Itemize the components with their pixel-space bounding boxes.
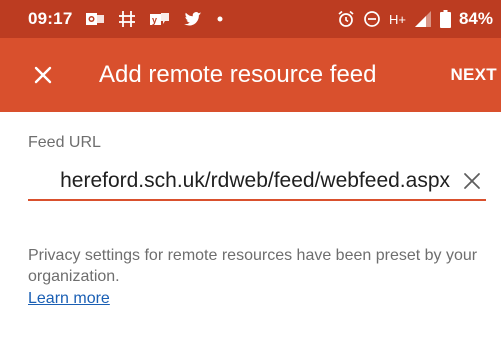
next-button[interactable]: NEXT	[450, 38, 497, 112]
page-title: Add remote resource feed	[99, 61, 377, 88]
outlook-icon	[86, 11, 105, 27]
privacy-notice: Privacy settings for remote resources ha…	[28, 247, 478, 285]
dot-icon	[216, 15, 224, 23]
status-right: H+ 84%	[337, 9, 493, 29]
do-not-disturb-icon	[363, 10, 381, 28]
network-type: H+	[388, 11, 406, 27]
feed-url-field	[28, 163, 486, 201]
signal-icon	[414, 10, 432, 28]
feed-url-label: Feed URL	[28, 134, 101, 151]
teams-icon	[118, 10, 136, 28]
status-left: 09:17 y	[28, 9, 224, 29]
feed-url-input[interactable]	[28, 163, 450, 199]
clear-icon	[464, 173, 480, 189]
close-button[interactable]	[28, 60, 58, 90]
battery-icon	[439, 10, 451, 28]
status-bar: 09:17 y H+ 84%	[0, 0, 501, 38]
learn-more-link[interactable]: Learn more	[28, 290, 110, 308]
app-bar: Add remote resource feed NEXT	[0, 38, 501, 112]
svg-text:y: y	[152, 15, 157, 25]
status-time: 09:17	[28, 9, 73, 28]
twitter-icon	[184, 11, 202, 27]
alarm-icon	[337, 10, 355, 28]
yammer-icon: y	[150, 11, 170, 27]
battery-level: 84%	[458, 9, 493, 28]
clear-button[interactable]	[460, 169, 484, 193]
close-icon	[34, 66, 52, 84]
